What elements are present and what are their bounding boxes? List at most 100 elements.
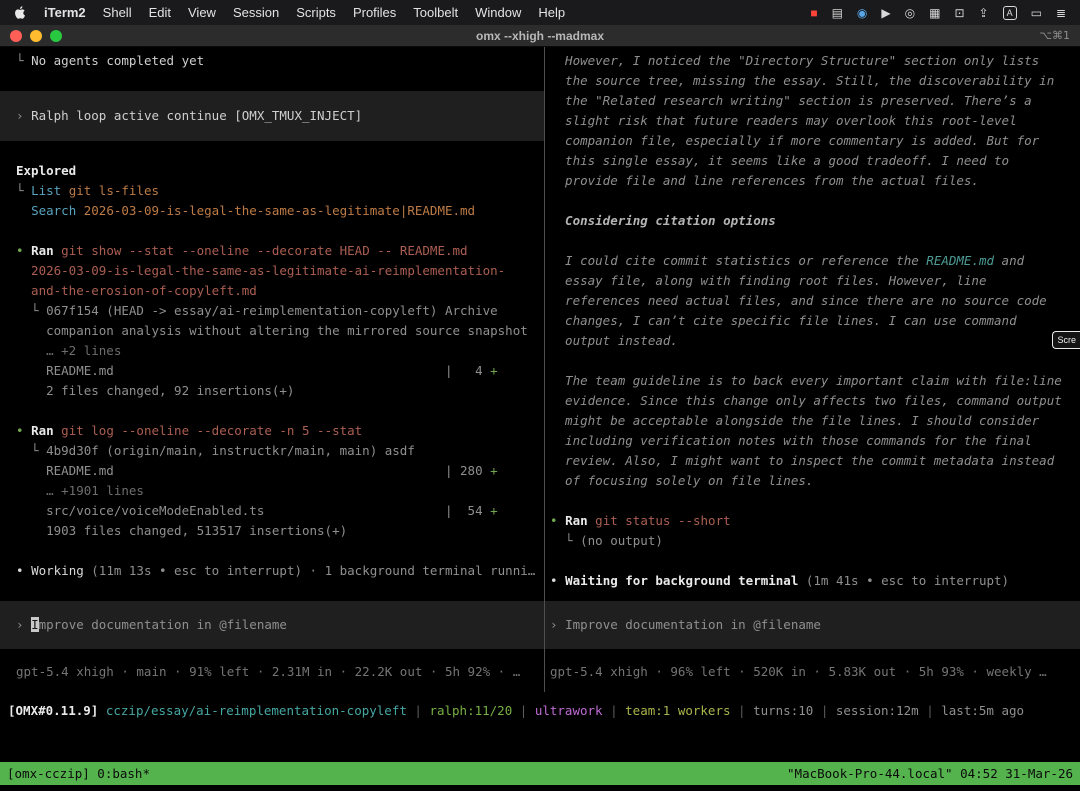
omx-segment-ralph-11-20: ralph:11/20 xyxy=(429,703,512,718)
terminal-line: output instead. xyxy=(545,331,1080,351)
screen-record-stop-icon[interactable]: ■ xyxy=(810,7,817,19)
terminal-line xyxy=(0,401,544,421)
terminal-line: 1903 files changed, 513517 insertions(+) xyxy=(0,521,544,541)
pane-right[interactable]: However, I noticed the "Directory Struct… xyxy=(545,47,1080,692)
terminal-line: • Waiting for background terminal (1m 41… xyxy=(545,571,1080,591)
pane-left[interactable]: └ No agents completed yet › Ralph loop a… xyxy=(0,47,545,692)
terminal-line xyxy=(545,231,1080,251)
terminal-line xyxy=(0,71,544,91)
omx-segment-team-1-workers: team:1 workers xyxy=(625,703,730,718)
menubar-item-window[interactable]: Window xyxy=(475,5,521,20)
terminal-line: slight risk that future readers may over… xyxy=(545,111,1080,131)
close-button[interactable] xyxy=(10,30,22,42)
prompt-input-line: › Improve documentation in @filename xyxy=(545,615,1080,635)
terminal-panes: └ No agents completed yet › Ralph loop a… xyxy=(0,47,1080,692)
siri-icon[interactable]: ◉ xyxy=(857,7,867,19)
terminal-line: └ 4b9d30f (origin/main, instructkr/main,… xyxy=(0,441,544,461)
terminal-line: 2026-03-09-is-legal-the-same-as-legitima… xyxy=(0,261,544,281)
menubar-item-edit[interactable]: Edit xyxy=(149,5,171,20)
menubar-item-view[interactable]: View xyxy=(188,5,216,20)
apple-menu-icon[interactable] xyxy=(14,5,27,20)
display-icon[interactable]: ⊡ xyxy=(954,7,964,19)
terminal-line: Explored xyxy=(0,161,544,181)
spacer xyxy=(545,591,1080,601)
terminal-line: └ (no output) xyxy=(545,531,1080,551)
terminal-line: › Ralph loop active continue [OMX_TMUX_I… xyxy=(0,106,544,126)
dots-grid-icon[interactable]: ▦ xyxy=(929,7,940,19)
menu-extras-icon[interactable]: ≣ xyxy=(1056,7,1066,19)
terminal-line: companion analysis without altering the … xyxy=(0,321,544,341)
terminal-line: provide file and line references from th… xyxy=(545,171,1080,191)
terminal-line: • Ran git show --stat --oneline --decora… xyxy=(0,241,544,261)
screen: iTerm2 Shell Edit View Session Scripts Profile… xyxy=(0,0,1080,791)
battery-icon[interactable]: ▭ xyxy=(1031,7,1042,19)
terminal-line: changes, I can’t cite specific file line… xyxy=(545,311,1080,331)
terminal-line xyxy=(545,491,1080,511)
text-cursor: I xyxy=(31,617,39,632)
terminal-line: └ 067f154 (HEAD -> essay/ai-reimplementa… xyxy=(0,301,544,321)
terminal-line: └ List git ls-files xyxy=(0,181,544,201)
window-title: omx --xhigh --madmax xyxy=(476,29,604,43)
omx-separator: | xyxy=(603,703,626,718)
keystroke-icon[interactable]: ▤ xyxy=(832,7,843,19)
terminal-line xyxy=(545,551,1080,571)
terminal-line: this single essay, it seems like a good … xyxy=(545,151,1080,171)
terminal-line: The team guideline is to back every impo… xyxy=(545,371,1080,391)
terminal-line: the source tree, missing the essay. Stil… xyxy=(545,71,1080,91)
menubar-item-session[interactable]: Session xyxy=(233,5,279,20)
terminal-line: Considering citation options xyxy=(545,211,1080,231)
spacer xyxy=(0,581,544,601)
omx-segment-ultrawork: ultrawork xyxy=(535,703,603,718)
menubar: iTerm2 Shell Edit View Session Scripts Profile… xyxy=(0,0,1080,25)
titlebar: omx --xhigh --madmax ⌥⌘1 xyxy=(0,25,1080,47)
prompt-input[interactable]: › Improve documentation in @filename xyxy=(0,601,544,649)
screen-edge-tooltip[interactable]: Scre xyxy=(1052,331,1080,349)
prompt-input[interactable]: › Improve documentation in @filename xyxy=(545,601,1080,649)
terminal-line: and-the-erosion-of-copyleft.md xyxy=(0,281,544,301)
terminal-line xyxy=(0,141,544,161)
window-shortcut-badge: ⌥⌘1 xyxy=(1039,29,1070,42)
terminal-line: README.md | 4 + xyxy=(0,361,544,381)
input-source-icon[interactable]: A xyxy=(1003,6,1017,20)
tmux-session-window: [omx-cczip] 0:bash* xyxy=(7,766,150,781)
menubar-item-toolbelt[interactable]: Toolbelt xyxy=(413,5,458,20)
menubar-status-icons: ■ ▤ ◉ ▶ ◎ ▦ ⊡ ⇪ A ▭ ≣ xyxy=(810,6,1066,20)
omx-segment-session-12m: session:12m xyxy=(836,703,919,718)
omx-separator: | xyxy=(512,703,535,718)
terminal-line: essay file, along with finding root file… xyxy=(545,271,1080,291)
terminal-line: • Working (11m 13s • esc to interrupt) ·… xyxy=(0,561,544,581)
terminal-line: might be acceptable alongside the file l… xyxy=(545,411,1080,431)
terminal-line: references need actual files, and since … xyxy=(545,291,1080,311)
camera-icon[interactable]: ◎ xyxy=(905,7,915,19)
terminal-line: the "Related research writing" section i… xyxy=(545,91,1080,111)
terminal-line: … +2 lines xyxy=(0,341,544,361)
zoom-button[interactable] xyxy=(50,30,62,42)
ralph-loop-banner: › Ralph loop active continue [OMX_TMUX_I… xyxy=(0,91,544,141)
omx-separator: | xyxy=(407,703,430,718)
omx-segment-last-5m-ago: last:5m ago xyxy=(941,703,1024,718)
menubar-item-profiles[interactable]: Profiles xyxy=(353,5,396,20)
terminal-line: 2 files changed, 92 insertions(+) xyxy=(0,381,544,401)
menubar-item-help[interactable]: Help xyxy=(538,5,565,20)
spacer xyxy=(0,721,1080,762)
menubar-item-iterm2[interactable]: iTerm2 xyxy=(44,5,86,20)
terminal-line: However, I noticed the "Directory Struct… xyxy=(545,51,1080,71)
terminal-line xyxy=(0,221,544,241)
terminal-line: └ No agents completed yet xyxy=(0,51,544,71)
terminal-line: … +1901 lines xyxy=(0,481,544,501)
minimize-button[interactable] xyxy=(30,30,42,42)
traffic-lights xyxy=(10,30,62,42)
play-icon[interactable]: ▶ xyxy=(881,7,890,19)
prompt-input-line: › Improve documentation in @filename xyxy=(0,615,544,635)
terminal-line: companion file, especially if more comme… xyxy=(545,131,1080,151)
terminal-line: of focusing solely on file lines. xyxy=(545,471,1080,491)
tmux-host-clock: "MacBook-Pro-44.local" 04:52 31-Mar-26 xyxy=(787,766,1073,781)
terminal-line: Search 2026-03-09-is-legal-the-same-as-l… xyxy=(0,201,544,221)
menubar-item-scripts[interactable]: Scripts xyxy=(296,5,336,20)
omx-segment-turns-10: turns:10 xyxy=(753,703,813,718)
terminal-line: evidence. Since this change only affects… xyxy=(545,391,1080,411)
terminal-line: • Ran git log --oneline --decorate -n 5 … xyxy=(0,421,544,441)
terminal-line: src/voice/voiceModeEnabled.ts | 54 + xyxy=(0,501,544,521)
upload-icon[interactable]: ⇪ xyxy=(979,7,989,19)
menubar-item-shell[interactable]: Shell xyxy=(103,5,132,20)
